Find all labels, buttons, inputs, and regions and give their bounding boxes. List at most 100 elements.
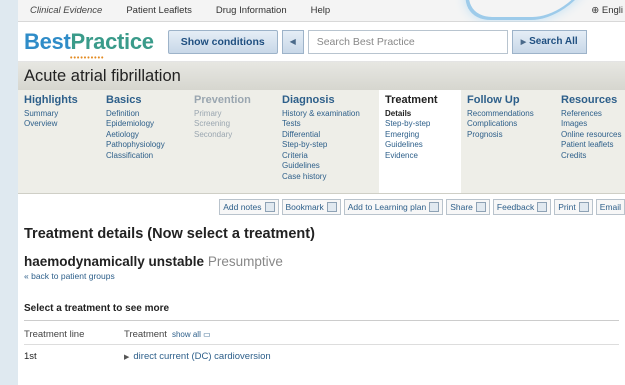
tab-link[interactable]: Differential <box>282 130 373 141</box>
section-tabs: Highlights Summary Overview Basics Defin… <box>18 90 625 194</box>
tool-label: Share <box>450 202 473 212</box>
tab-link-current[interactable]: Details <box>385 109 455 120</box>
collapse-arrow-button[interactable]: ◀ <box>281 29 304 54</box>
tab-link[interactable]: Evidence <box>385 151 455 162</box>
treatment-line-cell: 1st <box>24 350 37 362</box>
tab-link[interactable]: Aetiology <box>106 130 182 141</box>
tab-link[interactable]: Tests <box>282 119 373 130</box>
tab-title[interactable]: Diagnosis <box>282 95 373 106</box>
nav-help[interactable]: Help <box>299 5 343 16</box>
tool-label: Add to Learning plan <box>347 202 427 212</box>
tool-label: Print <box>558 202 576 212</box>
show-all-link[interactable]: show all ▭ <box>172 330 211 339</box>
add-to-learning-plan-button[interactable]: Add to Learning plan <box>343 199 444 215</box>
share-icon <box>475 202 486 212</box>
tab-link[interactable]: Patient leaflets <box>561 140 619 151</box>
patient-group-name: haemodynamically unstable <box>24 254 205 269</box>
email-button[interactable]: Email <box>595 199 625 215</box>
col-treatment-line: Treatment line <box>24 329 85 340</box>
tab-title[interactable]: Basics <box>106 95 182 106</box>
nav-patient-leaflets[interactable]: Patient Leaflets <box>114 5 204 16</box>
tab-diagnosis[interactable]: Diagnosis History & examination Tests Di… <box>276 90 379 193</box>
tab-title[interactable]: Treatment <box>385 95 455 106</box>
top-navigation: Clinical Evidence Patient Leaflets Drug … <box>18 0 625 22</box>
page-toolbar: Add notes Bookmark Add to Learning plan … <box>18 197 625 217</box>
tab-title[interactable]: Highlights <box>24 95 94 106</box>
treatment-link[interactable]: ▶ direct current (DC) cardioversion <box>124 351 271 362</box>
main-content: Treatment details (Now select a treatmen… <box>18 226 625 367</box>
header: BestPractice •••••••••• Show conditions … <box>18 22 625 62</box>
treatment-table-header: Treatment line Treatment show all ▭ <box>24 325 619 345</box>
details-heading: Treatment details (Now select a treatmen… <box>24 226 315 242</box>
tab-link[interactable]: Step-by-step <box>385 119 455 130</box>
nav-clinical-evidence[interactable]: Clinical Evidence <box>18 5 114 16</box>
tab-link[interactable]: Complications <box>467 119 549 130</box>
tab-title[interactable]: Follow Up <box>467 95 549 106</box>
tab-prevention[interactable]: Prevention Primary Screening Secondary <box>188 90 276 193</box>
tab-resources[interactable]: Resources References Images Online resou… <box>555 90 625 193</box>
triangle-right-icon: ▶ <box>520 38 527 46</box>
nav-drug-information[interactable]: Drug Information <box>204 5 299 16</box>
back-to-patient-groups-link[interactable]: « back to patient groups <box>24 271 619 281</box>
search-all-button[interactable]: ▶ Search All <box>511 29 587 54</box>
tab-basics[interactable]: Basics Definition Epidemiology Aetiology… <box>100 90 188 193</box>
search-all-label: Search All <box>529 36 578 47</box>
page-frame: Clinical Evidence Patient Leaflets Drug … <box>18 0 625 385</box>
tab-link[interactable]: Criteria <box>282 151 373 162</box>
tab-link[interactable]: Guidelines <box>282 161 373 172</box>
language-label: Engli <box>601 5 623 16</box>
select-treatment-title: Select a treatment to see more <box>24 303 619 321</box>
tab-link[interactable]: Online resources <box>561 130 621 141</box>
tab-link[interactable]: Secondary <box>194 130 270 141</box>
logo-dots: •••••••••• <box>70 54 105 62</box>
tab-link[interactable]: Step-by-step <box>282 140 373 151</box>
printer-icon <box>578 202 589 212</box>
logo-practice: Practice <box>70 28 155 54</box>
search-input[interactable]: Search Best Practice <box>307 29 508 54</box>
tab-link[interactable]: Epidemiology <box>106 119 182 130</box>
bookmark-button[interactable]: Bookmark <box>281 199 341 215</box>
tab-link[interactable]: Guidelines <box>385 140 455 151</box>
show-conditions-button[interactable]: Show conditions <box>167 29 278 54</box>
tab-link[interactable]: Case history <box>282 172 373 183</box>
tab-link[interactable]: References <box>561 109 619 120</box>
tab-link[interactable]: Emerging <box>385 130 455 141</box>
tab-link[interactable]: Images <box>561 119 619 130</box>
tab-link[interactable]: Recommendations <box>467 109 549 120</box>
plan-icon <box>429 202 440 212</box>
bookmark-icon <box>326 202 337 212</box>
table-row: 1st ▶ direct current (DC) cardioversion <box>24 345 619 367</box>
tab-link[interactable]: Screening <box>194 119 270 130</box>
tab-follow-up[interactable]: Follow Up Recommendations Complications … <box>461 90 555 193</box>
tool-label: Email <box>599 202 621 212</box>
feedback-icon <box>537 202 548 212</box>
share-button[interactable]: Share <box>446 199 490 215</box>
tab-treatment[interactable]: Treatment Details Step-by-step Emerging … <box>379 90 461 193</box>
tool-label: Feedback <box>496 202 535 212</box>
tab-link[interactable]: Prognosis <box>467 130 549 141</box>
tab-link[interactable]: Primary <box>194 109 270 120</box>
patient-group-status: Presumptive <box>207 254 283 269</box>
print-button[interactable]: Print <box>554 199 593 215</box>
note-icon <box>264 202 275 212</box>
globe-icon: ⊕ <box>591 5 600 16</box>
triangle-left-icon: ◀ <box>289 37 296 46</box>
language-selector[interactable]: ⊕ Engli <box>591 5 625 16</box>
bestpractice-logo[interactable]: BestPractice •••••••••• <box>18 28 155 62</box>
tab-link[interactable]: Overview <box>24 119 94 130</box>
tab-link[interactable]: Summary <box>24 109 94 120</box>
logo-best: Best <box>24 28 71 54</box>
feedback-button[interactable]: Feedback <box>492 199 552 215</box>
tab-link[interactable]: Definition <box>106 109 182 120</box>
treatment-name: direct current (DC) cardioversion <box>133 350 271 362</box>
tab-link[interactable]: Pathophysiology <box>106 140 182 151</box>
show-all-label: show all <box>171 330 201 339</box>
tab-link[interactable]: History & examination <box>282 109 373 120</box>
tab-title[interactable]: Resources <box>561 95 619 106</box>
tab-highlights[interactable]: Highlights Summary Overview <box>18 90 100 193</box>
tab-link[interactable]: Classification <box>106 151 182 162</box>
tool-label: Bookmark <box>285 202 324 212</box>
tab-title[interactable]: Prevention <box>194 95 270 106</box>
tab-link[interactable]: Credits <box>561 151 619 162</box>
add-notes-button[interactable]: Add notes <box>219 199 279 215</box>
